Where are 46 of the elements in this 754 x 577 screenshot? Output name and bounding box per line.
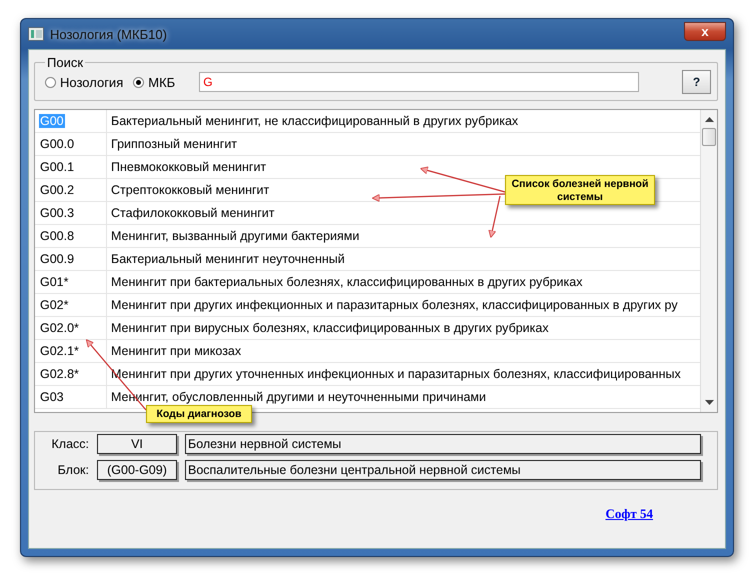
- code-cell[interactable]: G00.9: [39, 252, 76, 266]
- field-label: Блок:: [56, 463, 89, 477]
- disease-name-cell[interactable]: Стрептококковый менингит: [111, 183, 270, 197]
- search-field[interactable]: G: [199, 72, 640, 92]
- code-cell[interactable]: G01*: [39, 275, 70, 289]
- disease-name-cell[interactable]: Менингит при микозах: [111, 344, 242, 358]
- code-field: (G00-G09): [97, 460, 177, 480]
- disease-name-cell[interactable]: Менингит при бактериальных болезнях, классифицированных в других рубриках: [111, 275, 582, 289]
- code-field: VI: [97, 434, 177, 454]
- name-field: Болезни нервной системы: [185, 434, 701, 454]
- callout-label: Коды диагнозов: [146, 405, 252, 423]
- code-cell[interactable]: G00.3: [39, 206, 76, 220]
- radio-option[interactable]: Нозология: [45, 74, 124, 90]
- scroll-up-icon[interactable]: [704, 116, 714, 122]
- radio-button[interactable]: [133, 76, 144, 88]
- scrollbar[interactable]: [700, 110, 717, 412]
- disease-name-cell[interactable]: Менингит при вирусных болезнях, классифицированных в других рубриках: [111, 321, 549, 335]
- callout-label: Список болезней нервной системы: [505, 175, 655, 205]
- disease-name-cell[interactable]: Гриппозный менингит: [111, 137, 238, 151]
- disease-name-cell[interactable]: Пневмококковый менингит: [111, 160, 266, 174]
- radio-option[interactable]: МКБ: [133, 74, 176, 90]
- name-field: Воспалительные болезни центральной нервной системы: [185, 460, 701, 480]
- scroll-down-icon[interactable]: [704, 400, 714, 406]
- disease-name-cell[interactable]: Стафилококковый менингит: [111, 206, 274, 220]
- code-cell[interactable]: G00.2: [39, 183, 76, 197]
- group-label: Поиск: [46, 55, 84, 70]
- code-cell[interactable]: G02*: [39, 298, 70, 312]
- code-cell[interactable]: G00.0: [39, 137, 76, 151]
- window-title: Нозология (МКБ10): [50, 26, 167, 42]
- radio-button[interactable]: [45, 76, 56, 88]
- code-cell[interactable]: G02.0*: [39, 321, 80, 335]
- disease-name-cell[interactable]: Бактериальный менингит неуточненный: [111, 252, 345, 266]
- window-icon: [28, 27, 44, 41]
- code-cell[interactable]: G02.8*: [39, 367, 80, 381]
- code-cell[interactable]: G02.1*: [39, 344, 80, 358]
- close-button[interactable]: x: [684, 22, 726, 40]
- disease-name-cell[interactable]: Менингит, вызванный другими бактериями: [111, 229, 360, 243]
- field-label: Класс:: [50, 437, 89, 451]
- disease-name-cell[interactable]: Менингит при других инфекционных и паразитарных болезнях, классифицированных в других ру: [111, 298, 678, 312]
- scroll-thumb[interactable]: [702, 128, 716, 146]
- code-cell[interactable]: G00.1: [39, 160, 76, 174]
- code-cell[interactable]: G03: [39, 390, 65, 404]
- disease-name-cell[interactable]: Бактериальный менингит, не классифицированный в других рубриках: [111, 114, 518, 128]
- help-button[interactable]: ?: [682, 70, 711, 94]
- code-cell[interactable]: G00.8: [39, 229, 76, 243]
- link[interactable]: Софт 54: [605, 506, 653, 522]
